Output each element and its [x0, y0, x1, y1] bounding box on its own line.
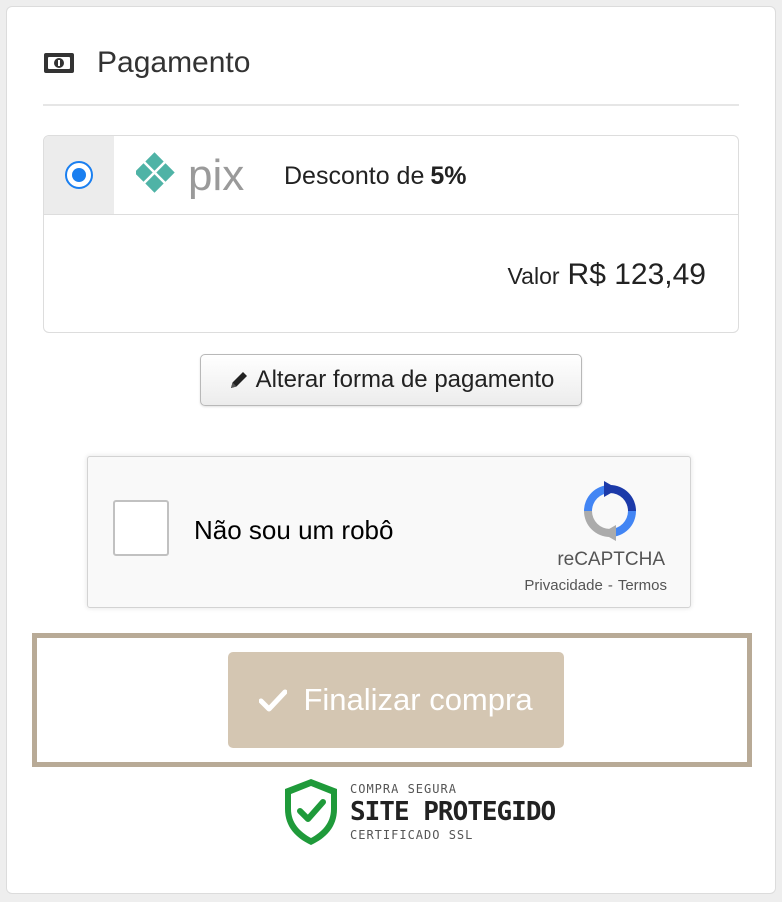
seal-text: COMPRA SEGURA SITE PROTEGIDO CERTIFICADO… [350, 782, 556, 842]
payment-header: Pagamento [43, 43, 250, 83]
captcha-label: Não sou um robô [194, 515, 394, 545]
money-icon [43, 52, 75, 74]
check-icon [259, 688, 288, 712]
recaptcha-terms-link[interactable]: Termos [618, 577, 667, 594]
pencil-icon [228, 369, 250, 391]
recaptcha-widget: Não sou um robô reCAPTCHA Privacidade - … [87, 456, 691, 608]
shield-check-icon [282, 777, 340, 847]
recaptcha-brand: reCAPTCHA [557, 549, 665, 570]
price-value: R$ 123,49 [567, 258, 706, 291]
recaptcha-logo-icon [584, 481, 636, 541]
pix-radio-button[interactable] [65, 161, 93, 189]
pix-discount-text: Desconto de 5% [284, 162, 467, 191]
secure-site-seal: COMPRA SEGURA SITE PROTEGIDO CERTIFICADO… [282, 777, 556, 847]
header-divider [43, 104, 739, 106]
radio-selected-dot [72, 168, 86, 182]
discount-prefix: Desconto de [284, 162, 425, 190]
pix-logo-text: pix [188, 151, 244, 200]
payment-card: Pagamento pix Desconto de 5% Valor R$ 12… [6, 6, 776, 894]
pix-radio-cell[interactable] [44, 136, 114, 214]
recaptcha-privacy-link[interactable]: Privacidade [524, 577, 602, 594]
page-title: Pagamento [97, 46, 251, 79]
recaptcha-link-separator: - [607, 577, 613, 594]
price-label: Valor [507, 263, 560, 289]
finalize-purchase-label: Finalizar compra [303, 682, 533, 717]
change-payment-label: Alterar forma de pagamento [255, 366, 555, 393]
finalize-purchase-button[interactable]: Finalizar compra [228, 652, 564, 748]
payment-row-divider [44, 214, 738, 215]
seal-bottom-text: CERTIFICADO SSL [350, 828, 474, 842]
seal-top-text: COMPRA SEGURA [350, 782, 457, 796]
pix-logo: pix [136, 151, 244, 200]
payment-option-pix[interactable]: pix Desconto de 5% Valor R$ 123,49 [43, 135, 739, 333]
recaptcha-links: Privacidade - Termos [524, 577, 667, 594]
price-display: Valor R$ 123,49 [508, 258, 706, 292]
finalize-highlight-frame: Finalizar compra [32, 633, 752, 767]
discount-value: 5% [430, 162, 467, 190]
change-payment-button[interactable]: Alterar forma de pagamento [200, 354, 582, 406]
captcha-checkbox[interactable] [113, 500, 169, 556]
seal-main-text: SITE PROTEGIDO [350, 797, 556, 827]
